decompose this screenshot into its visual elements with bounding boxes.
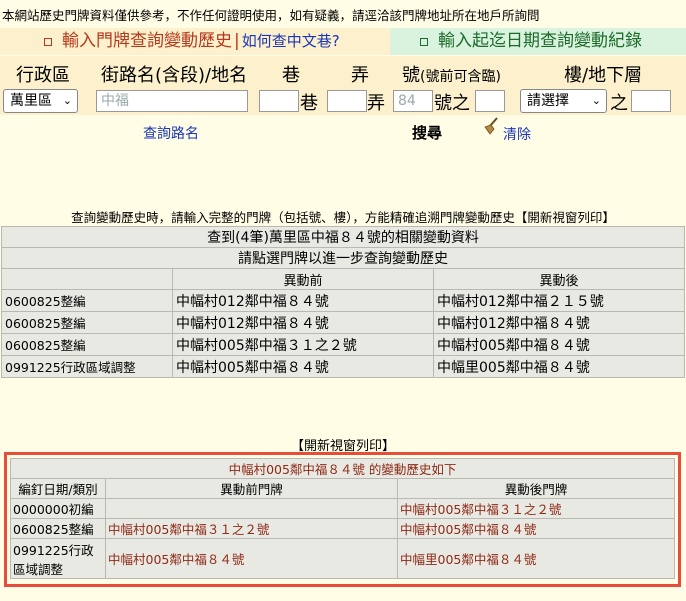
alley-input[interactable] xyxy=(327,90,367,112)
row-before-address[interactable]: 中幅村005鄰中福３１之２號 xyxy=(172,333,434,356)
chevron-down-icon: ⌄ xyxy=(591,94,601,107)
number-sub-input[interactable] xyxy=(475,90,505,112)
header-district: 行政區 xyxy=(16,65,70,86)
header-number-note: (號前可含臨) xyxy=(420,69,501,85)
history-header-date: 編釘日期/類別 xyxy=(10,478,106,499)
history-title: 中幅村005鄰中福８４號 的變動歷史如下 xyxy=(10,458,675,479)
action-row: 查詢路名 搜尋 清除 xyxy=(0,117,686,147)
clear-link[interactable]: 清除 xyxy=(503,124,531,144)
search-button[interactable]: 搜尋 xyxy=(412,122,442,143)
history-before: 中幅村005鄰中福８４號 xyxy=(105,538,398,579)
number-suffix: 號之 xyxy=(434,93,470,114)
chevron-down-icon: ⌄ xyxy=(62,94,72,107)
row-type: 0991225行政區域調整 xyxy=(1,355,173,378)
table-row: 0000000初編 中幅村005鄰中福３１之２號 xyxy=(10,498,675,519)
header-alley: 弄 xyxy=(351,65,369,86)
table-row: 0991225行政區域調整 中幅村005鄰中福８４號 中幅里005鄰中福８４號 xyxy=(1,355,685,378)
header-number: 號(號前可含臨) xyxy=(402,65,501,86)
tab-address-query[interactable]: 輸入門牌查詢變動歷史 | 如何查中文巷? xyxy=(0,28,390,55)
bullet-square-icon xyxy=(44,37,52,46)
query-street-link[interactable]: 查詢路名 xyxy=(143,123,199,143)
form-input-row: 萬里區 ⌄ 中福 巷 弄 84 號之 請選擇 ⌄ 之 xyxy=(0,87,686,115)
results-header-blank xyxy=(1,268,173,290)
row-type: 0600825整編 xyxy=(1,311,173,334)
history-after: 中幅村005鄰中福３１之２號 xyxy=(397,498,675,519)
tab-date-query[interactable]: 輸入起迄日期查詢變動紀錄 xyxy=(390,28,686,55)
tab-divider: | xyxy=(234,31,240,51)
row-type: 0600825整編 xyxy=(1,333,173,356)
disclaimer-notice: 本網站歷史門牌資料僅供參考，不作任何證明使用，如有疑義，請逕洽該門牌地址所在地戶… xyxy=(2,8,540,23)
alley-suffix: 弄 xyxy=(367,93,385,114)
row-after-address[interactable]: 中幅村005鄰中福８４號 xyxy=(433,333,685,356)
table-row: 0600825整編 中幅村005鄰中福３１之２號 中幅村005鄰中福８４號 xyxy=(10,518,675,539)
history-before: 中幅村005鄰中福３１之２號 xyxy=(105,518,398,539)
lane-suffix: 巷 xyxy=(300,93,318,114)
header-lane: 巷 xyxy=(282,65,300,86)
row-before-address[interactable]: 中幅村012鄰中福８４號 xyxy=(172,289,434,312)
tab-address-query-label: 輸入門牌查詢變動歷史 xyxy=(62,31,232,51)
results-header-after: 異動後 xyxy=(433,268,685,290)
tab-date-query-label: 輸入起迄日期查詢變動紀錄 xyxy=(438,31,642,51)
row-before-address[interactable]: 中幅村005鄰中福８４號 xyxy=(172,355,434,378)
precision-hint: 查詢變動歷史時，請輸入完整的門牌（包括號、樓），方能精確追溯門牌變動歷史【開新視… xyxy=(71,210,615,225)
bullet-square-icon xyxy=(420,37,428,46)
floor-sub-input[interactable] xyxy=(631,90,671,112)
header-street: 街路名(含段)/地名 xyxy=(101,65,248,86)
table-row: 0600825整編 中幅村012鄰中福８４號 中幅村012鄰中福２１５號 xyxy=(1,289,685,312)
history-before xyxy=(105,498,398,519)
row-after-address[interactable]: 中幅村012鄰中福８４號 xyxy=(433,311,685,334)
print-link[interactable]: 【開新視窗列印】 xyxy=(515,210,615,225)
results-title: 查到(4筆)萬里區中福８４號的相關變動資料 xyxy=(1,226,685,248)
history-table: 中幅村005鄰中福８４號 的變動歷史如下 編釘日期/類別 異動前門牌 異動後門牌… xyxy=(10,458,675,579)
history-after: 中幅里005鄰中福８４號 xyxy=(397,538,675,579)
table-row: 0600825整編 中幅村005鄰中福３１之２號 中幅村005鄰中福８４號 xyxy=(1,333,685,356)
header-floor: 樓/地下層 xyxy=(564,65,643,86)
row-after-address[interactable]: 中幅村012鄰中福２１５號 xyxy=(433,289,685,312)
table-row: 0600825整編 中幅村012鄰中福８４號 中幅村012鄰中福８４號 xyxy=(1,311,685,334)
results-header-before: 異動前 xyxy=(172,268,434,290)
history-date: 0600825整編 xyxy=(10,518,106,539)
history-header-before: 異動前門牌 xyxy=(105,478,398,499)
lane-help-link[interactable]: 如何查中文巷? xyxy=(242,28,340,55)
broom-icon[interactable] xyxy=(482,117,500,135)
row-after-address[interactable]: 中幅里005鄰中福８４號 xyxy=(433,355,685,378)
results-subtitle: 請點選門牌以進一步查詢變動歷史 xyxy=(1,247,685,269)
lane-input[interactable] xyxy=(259,90,299,112)
history-date: 0991225行政區域調整 xyxy=(10,538,106,579)
floor-suffix: 之 xyxy=(610,93,628,114)
row-before-address[interactable]: 中幅村012鄰中福８４號 xyxy=(172,311,434,334)
number-input[interactable]: 84 xyxy=(393,90,433,112)
street-input[interactable]: 中福 xyxy=(96,90,248,112)
history-after: 中幅村005鄰中福８４號 xyxy=(397,518,675,539)
floor-select[interactable]: 請選擇 ⌄ xyxy=(520,89,607,113)
table-row: 0991225行政區域調整 中幅村005鄰中福８４號 中幅里005鄰中福８４號 xyxy=(10,538,675,579)
history-header-after: 異動後門牌 xyxy=(397,478,675,499)
history-panel: 中幅村005鄰中福８４號 的變動歷史如下 編釘日期/類別 異動前門牌 異動後門牌… xyxy=(4,452,681,587)
history-date: 0000000初編 xyxy=(10,498,106,519)
results-table: 查到(4筆)萬里區中福８４號的相關變動資料 請點選門牌以進一步查詢變動歷史 異動… xyxy=(1,226,685,378)
district-select[interactable]: 萬里區 ⌄ xyxy=(3,89,78,113)
row-type: 0600825整編 xyxy=(1,289,173,312)
form-header-row: 行政區 街路名(含段)/地名 巷 弄 號(號前可含臨) 樓/地下層 xyxy=(0,56,686,87)
